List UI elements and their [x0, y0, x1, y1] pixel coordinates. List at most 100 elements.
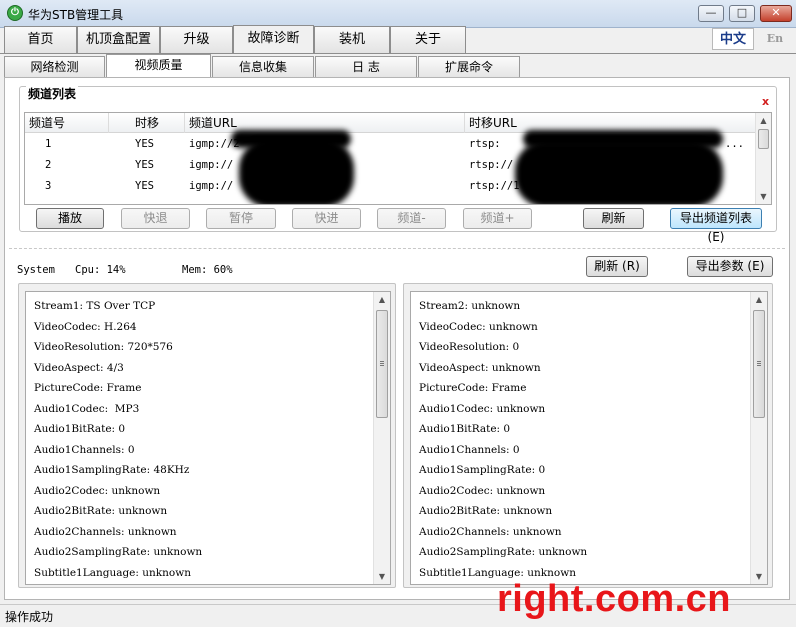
info-line: VideoCodec: H.264: [34, 321, 137, 333]
refresh-list-button[interactable]: 刷新: [583, 208, 644, 229]
tab-stb-config[interactable]: 机顶盒配置: [77, 26, 160, 53]
info-line: Audio2BitRate: unknown: [34, 505, 168, 517]
tab-upgrade[interactable]: 升级: [160, 26, 233, 53]
scroll-down-icon[interactable]: ▼: [374, 569, 390, 584]
info-line: Audio1Codec: unknown: [419, 403, 546, 415]
power-icon: ⏻: [7, 5, 23, 21]
export-params-button[interactable]: 导出参数 (E): [687, 256, 773, 277]
info-line: Audio2SamplingRate: unknown: [419, 546, 588, 558]
cell-channel-number: 3: [45, 180, 52, 192]
info-line: PictureCode: Frame: [34, 382, 142, 394]
info-line: VideoAspect: unknown: [419, 362, 541, 374]
info-line: VideoAspect: 4/3: [34, 362, 124, 374]
stream2-info-box[interactable]: Stream2: unknown VideoCodec: unknown Vid…: [410, 291, 768, 585]
close-button[interactable]: ✕: [760, 5, 792, 22]
channel-list-scrollbar[interactable]: ▲ ▼: [755, 113, 771, 204]
maximize-button[interactable]: □: [729, 5, 755, 22]
info-line: Audio2Channels: unknown: [34, 526, 177, 538]
cell-timeshift: YES: [135, 138, 154, 150]
system-label: System: [17, 264, 55, 276]
info-line: Stream2: unknown: [419, 300, 521, 312]
cell-channel-url: igmp://: [189, 159, 234, 171]
channel-list-group: 频道列表 x 频道号 时移 频道URL 时移URL 1 YES igmp://2…: [19, 85, 777, 244]
memory-usage: Mem: 60%: [182, 264, 233, 276]
cell-timeshift-url: rtsp:: [469, 138, 501, 150]
info-line: Audio1Channels: 0: [34, 444, 135, 456]
scroll-up-icon[interactable]: ▲: [751, 292, 767, 307]
scroll-up-icon[interactable]: ▲: [756, 113, 771, 128]
tab-install[interactable]: 装机: [314, 26, 390, 53]
lang-chinese-button[interactable]: 中文: [712, 28, 754, 50]
scroll-thumb[interactable]: [758, 129, 769, 149]
cell-timeshift: YES: [135, 159, 154, 171]
info-line: Audio2Codec: unknown: [419, 485, 546, 497]
info-line: Audio2SamplingRate: unknown: [34, 546, 203, 558]
video-quality-panel: 频道列表 x 频道号 时移 频道URL 时移URL 1 YES igmp://2…: [4, 77, 790, 600]
scroll-thumb[interactable]: [376, 310, 388, 418]
tab-home[interactable]: 首页: [4, 26, 77, 53]
sub-tab-bar: 网络检测 视频质量 信息收集 日 志 扩展命令: [0, 54, 796, 78]
stream2-scrollbar[interactable]: ▲ ▼: [750, 292, 767, 584]
watermark: right.com.cn: [497, 578, 732, 620]
stream1-info-box[interactable]: Stream1: TS Over TCP VideoCodec: H.264 V…: [25, 291, 391, 585]
scroll-down-icon[interactable]: ▼: [751, 569, 767, 584]
cell-channel-url: igmp://: [189, 180, 234, 192]
export-channel-list-button[interactable]: 导出频道列表 (E): [670, 208, 762, 244]
info-line: Audio2BitRate: unknown: [419, 505, 553, 517]
close-icon[interactable]: x: [759, 96, 772, 109]
info-line: VideoResolution: 0: [419, 341, 520, 353]
subtab-network-check[interactable]: 网络检测: [4, 56, 105, 78]
main-tab-bar: 首页 机顶盒配置 升级 故障诊断 装机 关于 中文 En: [0, 25, 796, 54]
subtab-video-quality[interactable]: 视频质量: [106, 54, 211, 78]
cell-timeshift: YES: [135, 180, 154, 192]
cell-channel-number: 2: [45, 159, 52, 171]
cell-url-ellipsis: ...: [725, 138, 744, 150]
forward-button[interactable]: 快进: [292, 208, 361, 229]
lang-english-button[interactable]: En: [757, 28, 793, 50]
info-line: Audio1Channels: 0: [419, 444, 520, 456]
info-line: Stream1: TS Over TCP: [34, 300, 156, 312]
rewind-button[interactable]: 快退: [121, 208, 190, 229]
info-line: Subtitle1Language: unknown: [34, 567, 191, 579]
info-line: Audio2Codec: unknown: [34, 485, 161, 497]
redaction-mark: [239, 139, 354, 204]
info-line: Audio1BitRate: 0: [34, 423, 126, 435]
info-line: Audio2Channels: unknown: [419, 526, 562, 538]
title-bar: ⏻ 华为STB管理工具 — □ ✕: [0, 0, 796, 28]
redaction-mark: [515, 141, 723, 204]
cell-timeshift-url: rtsp://: [469, 159, 514, 171]
pause-button[interactable]: 暂停: [206, 208, 276, 229]
stream2-pane: Stream2: unknown VideoCodec: unknown Vid…: [403, 283, 773, 588]
play-button[interactable]: 播放: [36, 208, 104, 229]
status-message: 操作成功: [5, 610, 54, 624]
info-line: PictureCode: Frame: [419, 382, 527, 394]
info-line: VideoResolution: 720*576: [34, 341, 173, 353]
scroll-thumb[interactable]: [753, 310, 765, 418]
channel-list-title: 频道列表: [26, 85, 79, 102]
subtab-log[interactable]: 日 志: [315, 56, 417, 78]
col-timeshift[interactable]: 时移: [109, 113, 185, 133]
cell-timeshift-url: rtsp://1: [469, 180, 520, 192]
info-line: Audio1BitRate: 0: [419, 423, 511, 435]
stream1-pane: Stream1: TS Over TCP VideoCodec: H.264 V…: [18, 283, 396, 588]
col-channel-number[interactable]: 频道号: [25, 113, 109, 133]
window-title: 华为STB管理工具: [28, 8, 124, 22]
info-line: Audio1Codec: MP3: [34, 403, 140, 415]
subtab-extended-commands[interactable]: 扩展命令: [418, 56, 520, 78]
info-line: Audio1SamplingRate: 48KHz: [34, 464, 190, 476]
cpu-usage: Cpu: 14%: [75, 264, 126, 276]
tab-diagnosis[interactable]: 故障诊断: [233, 25, 314, 53]
subtab-info-collect[interactable]: 信息收集: [212, 56, 314, 78]
info-line: Audio1SamplingRate: 0: [419, 464, 546, 476]
scroll-down-icon[interactable]: ▼: [756, 189, 771, 204]
info-line: VideoCodec: unknown: [419, 321, 538, 333]
channel-table[interactable]: 频道号 时移 频道URL 时移URL 1 YES igmp://2 rtsp: …: [24, 112, 772, 205]
scroll-up-icon[interactable]: ▲: [374, 292, 390, 307]
stream1-scrollbar[interactable]: ▲ ▼: [373, 292, 390, 584]
section-divider: [9, 248, 785, 249]
channel-down-button[interactable]: 频道-: [377, 208, 446, 229]
minimize-button[interactable]: —: [698, 5, 724, 22]
channel-up-button[interactable]: 频道+: [463, 208, 532, 229]
refresh-button[interactable]: 刷新 (R): [586, 256, 648, 277]
tab-about[interactable]: 关于: [390, 26, 466, 53]
